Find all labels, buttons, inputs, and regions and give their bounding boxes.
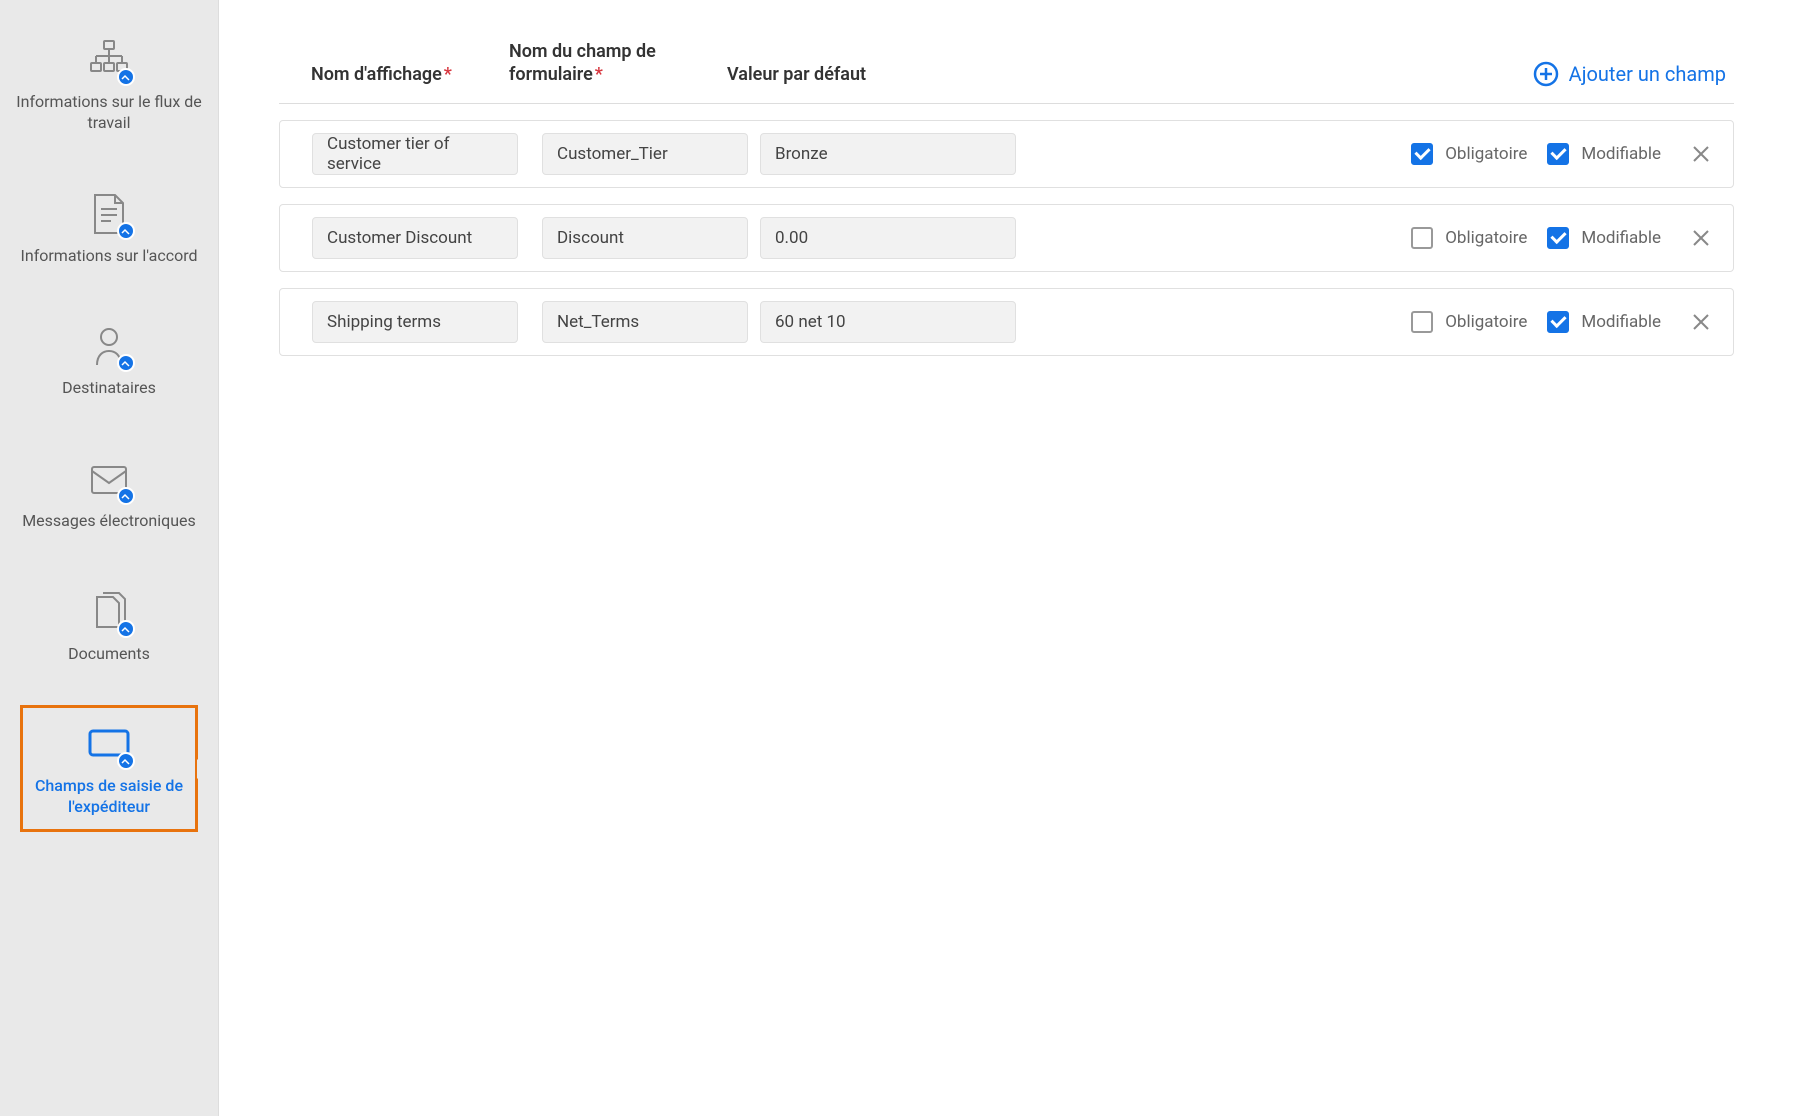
form-field-name-input[interactable]: Customer_Tier bbox=[542, 133, 748, 175]
editable-label: Modifiable bbox=[1581, 228, 1661, 248]
sidebar-item-emails[interactable]: Messages électroniques bbox=[0, 439, 218, 548]
sidebar-item-workflow-info[interactable]: Informations sur le flux de travail bbox=[0, 20, 218, 150]
field-row: Customer tier of service Customer_Tier B… bbox=[279, 120, 1734, 188]
default-value-input[interactable]: Bronze bbox=[760, 133, 1016, 175]
delete-field-button[interactable] bbox=[1689, 310, 1713, 334]
add-field-button[interactable]: Ajouter un champ bbox=[1533, 61, 1734, 87]
required-label: Obligatoire bbox=[1445, 312, 1527, 332]
delete-field-button[interactable] bbox=[1689, 142, 1713, 166]
display-name-input[interactable]: Shipping terms bbox=[312, 301, 518, 343]
default-value-input[interactable]: 60 net 10 bbox=[760, 301, 1016, 343]
sidebar-item-label: Champs de saisie de l'expéditeur bbox=[31, 776, 187, 818]
field-row: Customer Discount Discount 0.00 Obligato… bbox=[279, 204, 1734, 272]
sidebar: Informations sur le flux de travail Info… bbox=[0, 0, 219, 1116]
required-checkbox[interactable] bbox=[1411, 311, 1433, 333]
form-field-name-input[interactable]: Net_Terms bbox=[542, 301, 748, 343]
required-checkbox[interactable] bbox=[1411, 143, 1433, 165]
required-checkbox[interactable] bbox=[1411, 227, 1433, 249]
documents-icon bbox=[85, 588, 133, 636]
display-name-input[interactable]: Customer tier of service bbox=[312, 133, 518, 175]
sidebar-item-label: Informations sur le flux de travail bbox=[12, 92, 206, 134]
editable-checkbox[interactable] bbox=[1547, 143, 1569, 165]
sidebar-item-label: Documents bbox=[68, 644, 150, 665]
editable-checkbox[interactable] bbox=[1547, 227, 1569, 249]
sidebar-item-recipients[interactable]: Destinataires bbox=[0, 306, 218, 415]
default-value-input[interactable]: 0.00 bbox=[760, 217, 1016, 259]
sidebar-item-documents[interactable]: Documents bbox=[0, 572, 218, 681]
plus-circle-icon bbox=[1533, 61, 1559, 87]
required-label: Obligatoire bbox=[1445, 228, 1527, 248]
editable-checkbox[interactable] bbox=[1547, 311, 1569, 333]
delete-field-button[interactable] bbox=[1689, 226, 1713, 250]
required-label: Obligatoire bbox=[1445, 144, 1527, 164]
header-display-name: Nom d'affichage* bbox=[279, 63, 509, 86]
editable-label: Modifiable bbox=[1581, 312, 1661, 332]
close-icon bbox=[1691, 312, 1711, 332]
header-form-field-name: Nom du champ de formulaire* bbox=[509, 40, 727, 87]
sidebar-item-agreement-info[interactable]: Informations sur l'accord bbox=[0, 174, 218, 283]
agreement-icon bbox=[85, 190, 133, 238]
sender-fields-icon bbox=[85, 720, 133, 768]
main-content: Nom d'affichage* Nom du champ de formula… bbox=[219, 0, 1794, 1116]
close-icon bbox=[1691, 228, 1711, 248]
header-default-value: Valeur par défaut bbox=[727, 63, 1027, 86]
sidebar-item-sender-fields[interactable]: Champs de saisie de l'expéditeur bbox=[20, 705, 198, 833]
sidebar-item-label: Informations sur l'accord bbox=[21, 246, 198, 267]
display-name-input[interactable]: Customer Discount bbox=[312, 217, 518, 259]
form-field-name-input[interactable]: Discount bbox=[542, 217, 748, 259]
close-icon bbox=[1691, 144, 1711, 164]
sidebar-item-label: Messages électroniques bbox=[22, 511, 196, 532]
workflow-icon bbox=[85, 36, 133, 84]
column-headers: Nom d'affichage* Nom du champ de formula… bbox=[279, 40, 1734, 104]
field-row: Shipping terms Net_Terms 60 net 10 Oblig… bbox=[279, 288, 1734, 356]
recipients-icon bbox=[85, 322, 133, 370]
sidebar-item-label: Destinataires bbox=[62, 378, 156, 399]
editable-label: Modifiable bbox=[1581, 144, 1661, 164]
email-icon bbox=[85, 455, 133, 503]
